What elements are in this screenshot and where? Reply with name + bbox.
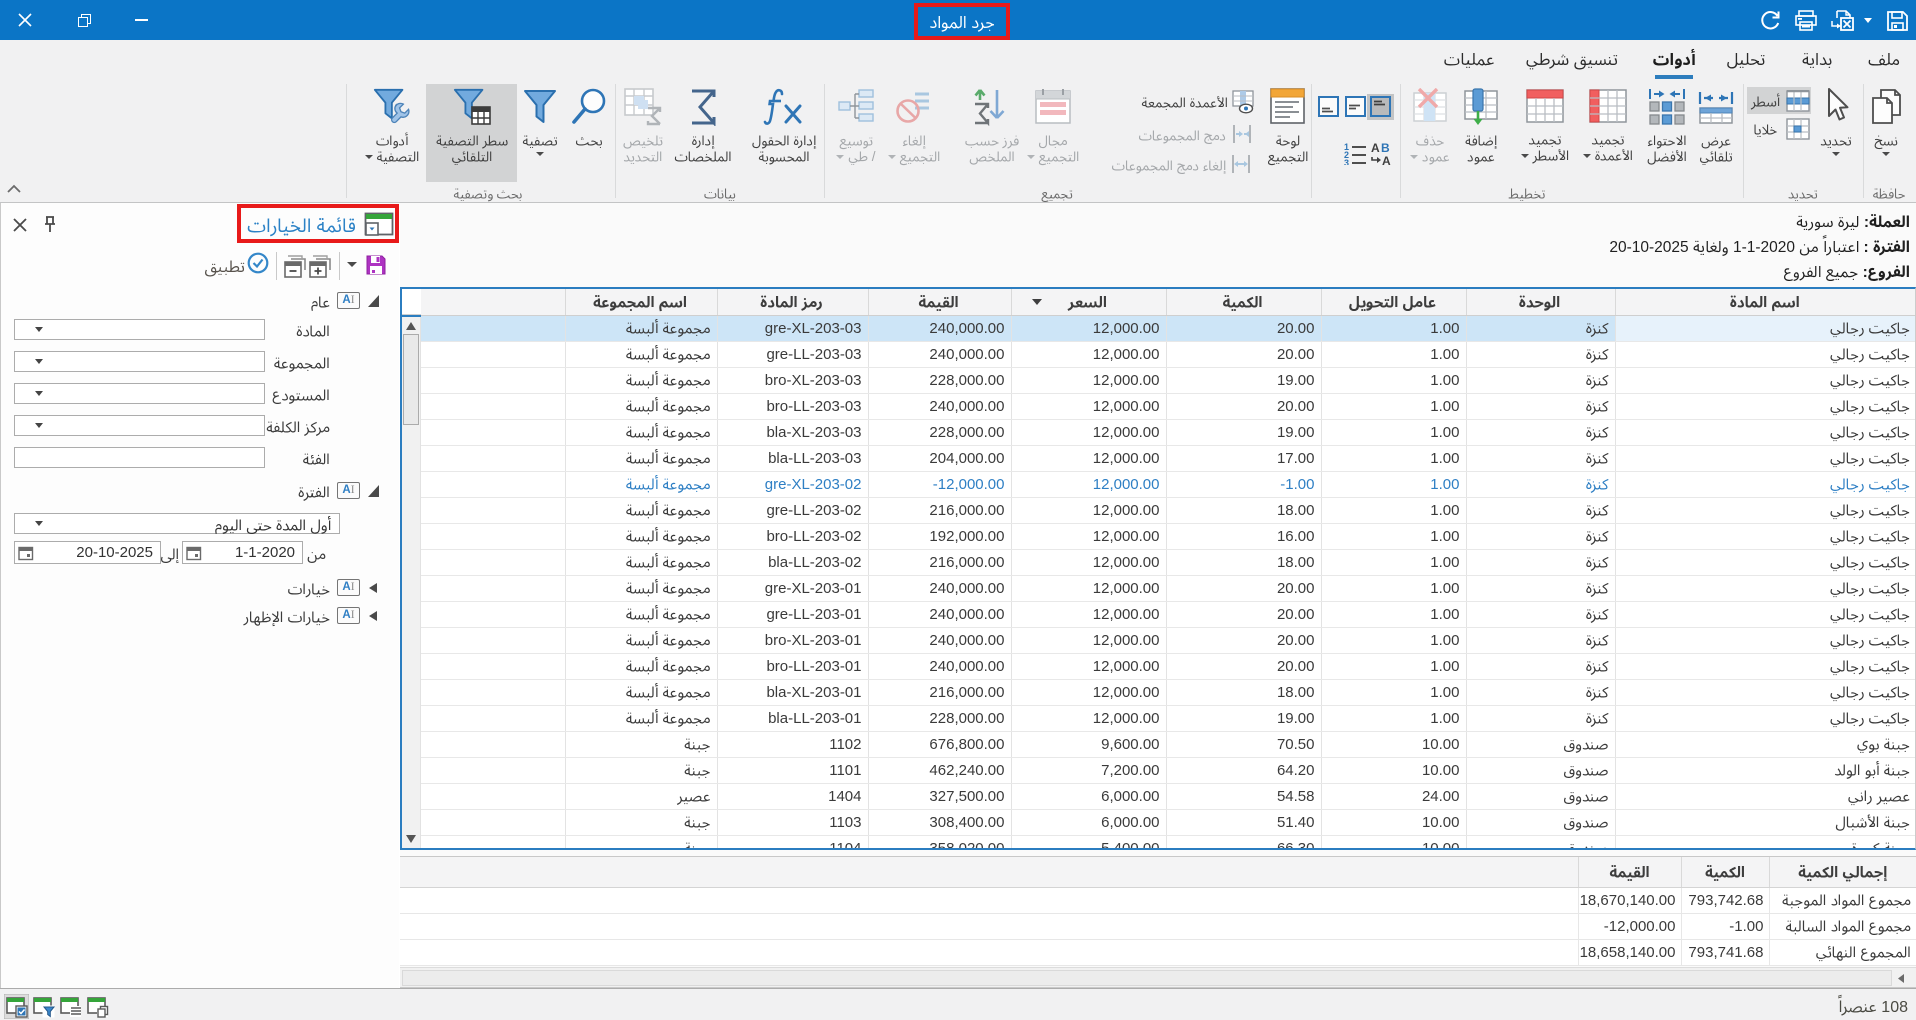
- svg-text:A: A: [1382, 154, 1391, 165]
- svg-text:B: B: [1381, 141, 1390, 155]
- svg-text:3: 3: [1344, 158, 1349, 165]
- svg-text:A: A: [1371, 141, 1380, 155]
